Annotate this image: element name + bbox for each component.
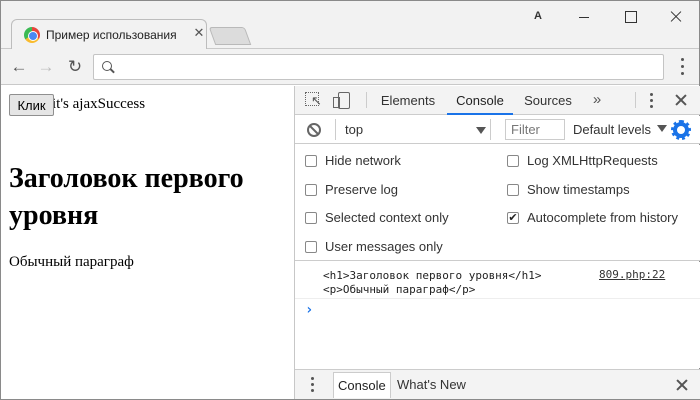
browser-window: Пример использования ✕ A ← → ↻ it's ajax…	[0, 0, 700, 400]
close-devtools-icon[interactable]	[673, 92, 689, 108]
checkbox[interactable]	[305, 155, 317, 167]
menu-dot-icon	[650, 105, 653, 108]
click-button[interactable]: Клик	[9, 94, 54, 116]
message-source-link[interactable]: 809.php:22	[599, 268, 665, 281]
message-line: <p>Обычный параграф</p>	[323, 283, 476, 296]
reload-button[interactable]: ↻	[63, 55, 87, 79]
console-filter-bar: top Default levels	[295, 116, 700, 144]
tab-title: Пример использования	[46, 28, 177, 42]
title-bar: Пример использования ✕ A	[1, 1, 699, 49]
divider	[635, 92, 636, 108]
maximize-button[interactable]	[607, 3, 653, 31]
menu-dot-icon	[311, 377, 314, 380]
devtools-menu-icon[interactable]	[648, 93, 656, 109]
menu-dot-icon	[681, 58, 684, 61]
option-label: Autocomplete from history	[527, 210, 679, 225]
browser-menu-button[interactable]	[673, 57, 693, 79]
page-viewport: it's ajaxSuccess Клик Заголовок первого …	[1, 86, 294, 399]
devtools-tab-bar: Elements Console Sources »	[295, 86, 700, 115]
clear-console-icon[interactable]	[307, 123, 321, 137]
new-tab-button[interactable]	[208, 27, 252, 45]
menu-dot-icon	[311, 389, 314, 392]
forward-button[interactable]: →	[34, 55, 58, 79]
console-message: <h1>Заголовок первого уровня</h1> <p>Обы…	[295, 265, 700, 299]
context-label: top	[345, 122, 364, 137]
message-line: <h1>Заголовок первого уровня</h1>	[323, 269, 542, 282]
option-label: Log XMLHttpRequests	[527, 153, 658, 168]
drawer-menu-icon[interactable]	[309, 377, 317, 393]
console-output[interactable]: <h1>Заголовок первого уровня</h1> <p>Обы…	[295, 262, 700, 368]
menu-dot-icon	[650, 93, 653, 96]
address-bar[interactable]	[93, 54, 664, 80]
more-tabs-icon[interactable]: »	[589, 86, 605, 115]
log-levels-dropdown[interactable]: Default levels	[573, 122, 651, 137]
filter-input[interactable]	[505, 119, 565, 140]
checkbox[interactable]	[305, 212, 317, 224]
tab-sources[interactable]: Sources	[521, 86, 575, 115]
browser-tab[interactable]: Пример использования ✕	[11, 19, 207, 49]
page-paragraph: Обычный параграф	[9, 254, 134, 270]
divider	[366, 92, 367, 108]
checkbox[interactable]	[305, 184, 317, 196]
drawer-tab-console[interactable]: Console	[333, 372, 391, 398]
tab-close-icon[interactable]: ✕	[192, 25, 206, 41]
menu-dot-icon	[681, 65, 684, 68]
option-label: User messages only	[325, 239, 443, 254]
option-label: Hide network	[325, 153, 401, 168]
devtools-drawer: Console What's New	[295, 369, 700, 399]
option-label: Preserve log	[325, 182, 398, 197]
devtools-panel: Elements Console Sources » top Default l…	[294, 86, 700, 399]
menu-dot-icon	[311, 383, 314, 386]
ajax-status-text: it's ajaxSuccess	[52, 96, 146, 112]
minimize-button[interactable]	[561, 3, 607, 31]
console-prompt-icon[interactable]: ›	[305, 302, 313, 318]
browser-toolbar: ← → ↻	[1, 49, 699, 85]
checkbox[interactable]	[507, 184, 519, 196]
inspect-element-icon[interactable]	[305, 92, 323, 108]
console-settings-pane: Hide network Log XMLHttpRequests Preserv…	[295, 145, 700, 261]
close-drawer-icon[interactable]	[675, 378, 689, 392]
menu-dot-icon	[681, 72, 684, 75]
option-label: Show timestamps	[527, 182, 630, 197]
checkbox[interactable]	[507, 155, 519, 167]
tab-console[interactable]: Console	[447, 86, 513, 115]
checkbox[interactable]	[305, 241, 317, 253]
console-settings-gear-icon[interactable]	[671, 120, 691, 140]
drawer-tab-whats-new[interactable]: What's New	[397, 372, 466, 398]
close-window-button[interactable]	[653, 3, 699, 31]
dropdown-arrow-icon	[476, 127, 486, 134]
checkbox-checked[interactable]: ✔	[507, 212, 519, 224]
device-toolbar-icon[interactable]	[333, 92, 351, 109]
menu-dot-icon	[650, 99, 653, 102]
context-selector[interactable]: top	[335, 119, 491, 140]
search-icon	[102, 61, 114, 73]
back-button[interactable]: ←	[7, 55, 31, 79]
dropdown-arrow-icon	[657, 125, 667, 132]
option-label: Selected context only	[325, 210, 449, 225]
chrome-favicon-icon	[24, 27, 40, 43]
page-heading: Заголовок первого уровня	[9, 163, 244, 231]
tab-elements[interactable]: Elements	[377, 86, 439, 115]
profile-icon[interactable]: A	[531, 10, 545, 24]
